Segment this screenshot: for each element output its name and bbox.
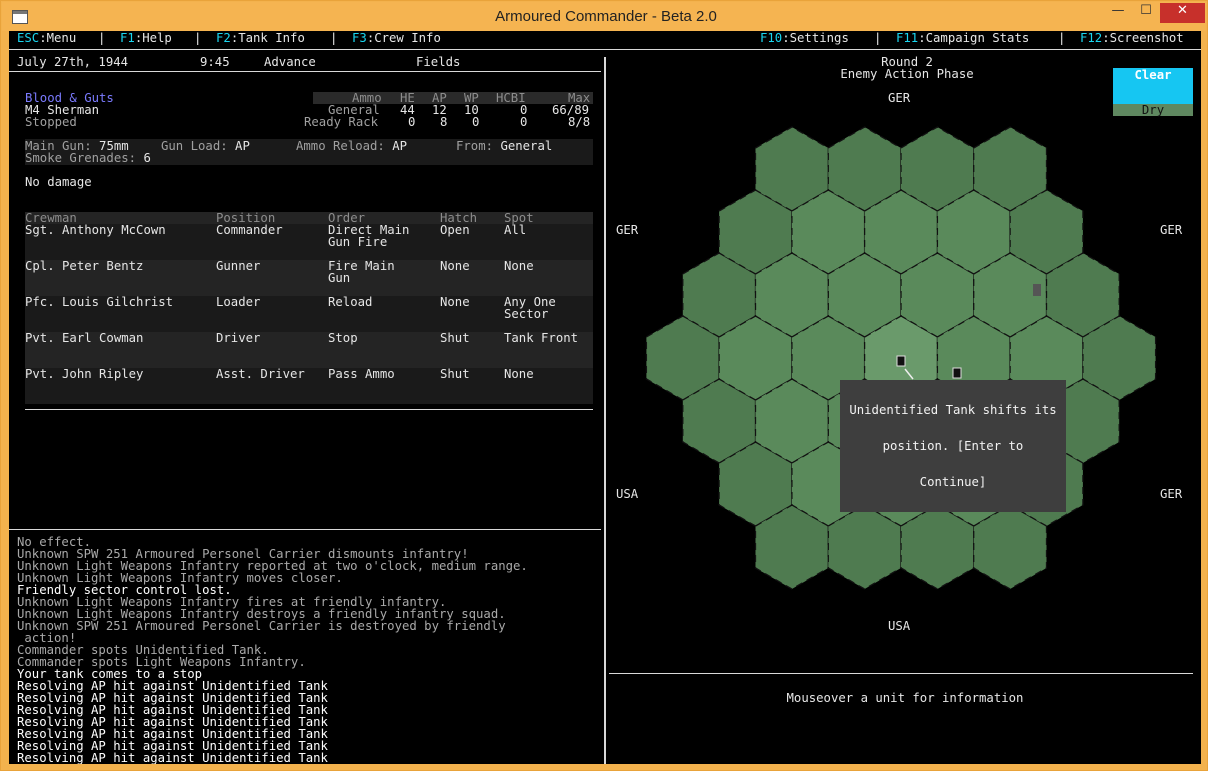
info-divider — [609, 673, 1193, 674]
unidentified-tank-unit[interactable] — [952, 367, 962, 379]
sector-label-lower-left: USA — [616, 487, 639, 501]
player-tank-unit[interactable] — [896, 355, 906, 367]
event-message[interactable]: Unidentified Tank shifts its position. [… — [840, 380, 1066, 512]
game-window: Armoured Commander - Beta 2.0 — ☐ ✕ ESC:… — [0, 0, 1208, 771]
event-message-line: Continue] — [919, 475, 987, 489]
maximize-button[interactable]: ☐ — [1132, 3, 1160, 23]
close-button[interactable]: ✕ — [1160, 3, 1205, 23]
sector-label-upper-left: GER — [616, 223, 639, 237]
window-title: Armoured Commander - Beta 2.0 — [495, 8, 717, 25]
game-console: ESC:Menu | F1:Help | F2:Tank Info | F3:C… — [9, 31, 1201, 764]
title-bar: Armoured Commander - Beta 2.0 — ☐ ✕ — [2, 2, 1206, 31]
minimize-button[interactable]: — — [1104, 3, 1132, 23]
infantry-unit[interactable] — [1033, 284, 1041, 296]
sector-label-lower-right: GER — [1160, 487, 1183, 501]
sector-label-upper-right: GER — [1160, 223, 1183, 237]
sector-label-top: GER — [888, 91, 911, 105]
unit-info-text: Mouseover a unit for information — [786, 691, 1024, 705]
event-message-line: position. [Enter to — [882, 439, 1024, 453]
sector-label-bottom: USA — [888, 619, 911, 633]
event-message-line: Unidentified Tank shifts its — [849, 403, 1057, 417]
